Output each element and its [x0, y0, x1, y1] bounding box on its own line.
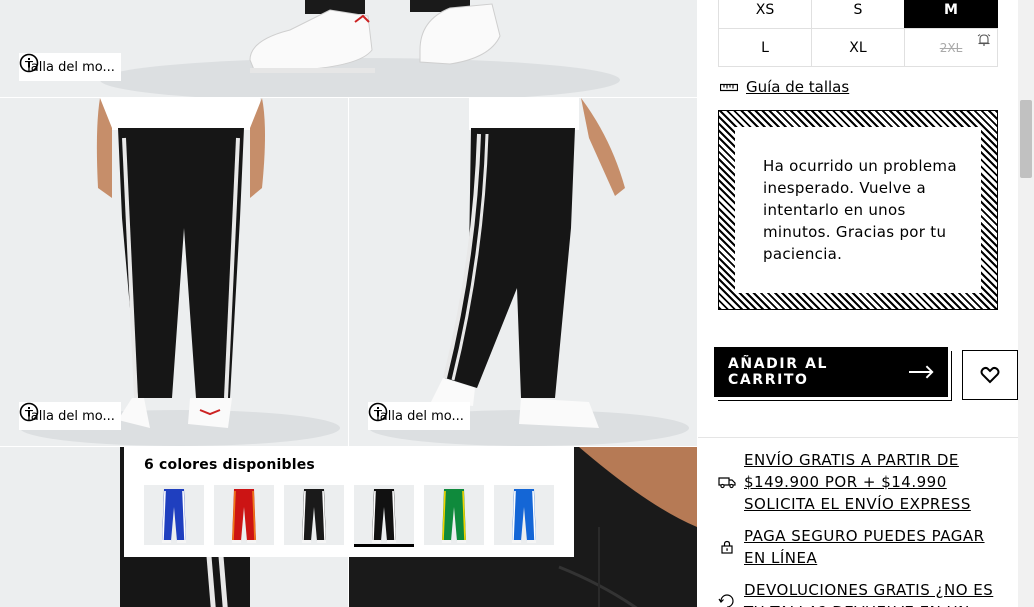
scrollbar-thumb[interactable] — [1020, 100, 1032, 178]
product-image-side[interactable]: Talla del mo... — [349, 98, 697, 446]
pants-thumbnail-icon — [372, 489, 396, 543]
truck-icon — [718, 477, 736, 489]
lock-icon — [721, 540, 733, 554]
add-to-cart-label: AÑADIR AL CARRITO — [728, 356, 829, 388]
pants-thumbnail-icon — [302, 489, 326, 543]
info-icon — [19, 402, 39, 422]
color-swatch-red[interactable] — [214, 485, 274, 545]
benefit-payment[interactable]: PAGA SEGURO PUEDES PAGAR EN LÍNEA — [718, 525, 1004, 569]
color-swatch-royal-blue[interactable] — [144, 485, 204, 545]
page-scrollbar[interactable] — [1018, 0, 1034, 607]
size-option-xs[interactable]: XS — [718, 0, 812, 29]
info-icon — [368, 402, 388, 422]
size-guide-label: Guía de tallas — [746, 78, 850, 96]
benefit-returns[interactable]: DEVOLUCIONES GRATIS ¿NO ES TU TALLA? DEV… — [718, 579, 1004, 607]
size-label-2xl: 2XL — [939, 40, 963, 55]
notify-bell-icon[interactable] — [977, 33, 991, 47]
benefit-shipping-text: ENVÍO GRATIS A PARTIR DE $149.900 POR + … — [744, 451, 971, 513]
divider — [698, 437, 1018, 438]
size-guide-link[interactable]: Guía de tallas — [720, 78, 849, 96]
model-size-chip[interactable]: Talla del mo... — [19, 53, 121, 81]
color-swatch-blue[interactable] — [494, 485, 554, 545]
size-selector: XS S M L XL 2XL — [718, 0, 998, 67]
model-side-illustration — [369, 98, 689, 446]
size-option-xl[interactable]: XL — [811, 28, 905, 67]
benefit-returns-text: DEVOLUCIONES GRATIS ¿NO ES TU TALLA? DEV… — [744, 581, 994, 607]
color-picker: 6 colores disponibles — [124, 447, 574, 557]
size-option-2xl-unavailable[interactable]: 2XL — [904, 28, 998, 67]
heart-icon — [980, 366, 1000, 384]
add-to-wishlist-button[interactable] — [962, 350, 1018, 400]
pants-thumbnail-icon — [162, 489, 186, 543]
model-size-chip[interactable]: Talla del mo... — [368, 402, 470, 430]
shoes-illustration — [100, 0, 620, 97]
model-size-chip[interactable]: Talla del mo... — [19, 402, 121, 430]
product-gallery: Talla del mo... Talla del mo... Talla de… — [0, 0, 698, 607]
benefit-shipping[interactable]: ENVÍO GRATIS A PARTIR DE $149.900 POR + … — [718, 449, 1004, 515]
product-image-back[interactable]: Talla del mo... — [0, 98, 348, 446]
color-swatches — [144, 485, 554, 547]
error-message-text: Ha ocurrido un problema inesperado. Vuel… — [735, 127, 981, 293]
size-option-s[interactable]: S — [811, 0, 905, 29]
color-swatch-black-2[interactable] — [354, 485, 414, 547]
pants-thumbnail-icon — [442, 489, 466, 543]
model-back-illustration — [20, 98, 340, 446]
size-option-m[interactable]: M — [904, 0, 998, 29]
benefit-payment-text: PAGA SEGURO PUEDES PAGAR EN LÍNEA — [744, 527, 985, 567]
color-swatch-black-1[interactable] — [284, 485, 344, 545]
add-to-cart-button[interactable]: AÑADIR AL CARRITO — [714, 347, 948, 397]
colors-title: 6 colores disponibles — [144, 457, 315, 473]
pants-thumbnail-icon — [232, 489, 256, 543]
product-details-panel: XS S M L XL 2XL Guía de tallas Ha ocurri… — [698, 0, 1018, 607]
returns-icon — [718, 594, 734, 607]
info-icon — [19, 53, 39, 73]
pants-thumbnail-icon — [512, 489, 536, 543]
color-swatch-green[interactable] — [424, 485, 484, 545]
error-message-box: Ha ocurrido un problema inesperado. Vuel… — [718, 110, 998, 310]
ruler-icon — [720, 83, 738, 92]
product-image-top[interactable]: Talla del mo... — [0, 0, 697, 97]
arrow-right-icon — [908, 365, 934, 379]
size-option-l[interactable]: L — [718, 28, 812, 67]
